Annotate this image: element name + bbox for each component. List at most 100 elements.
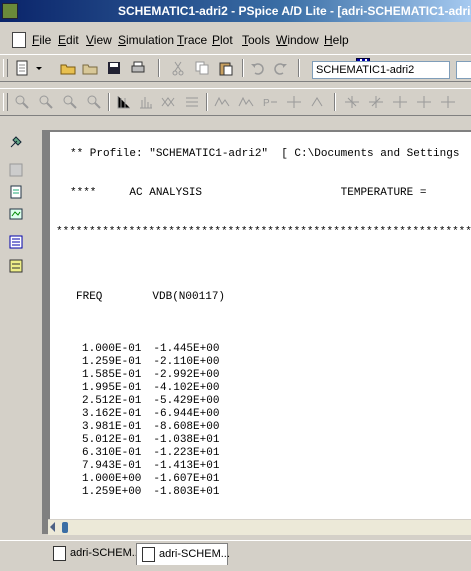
freq-value: 1.000E+00: [82, 473, 142, 485]
vdb-value: -1.223E+01: [153, 447, 220, 459]
freq-column-header: FREQ: [76, 291, 103, 303]
tab-label: adri-SCHEM...: [159, 548, 230, 560]
table-row: 1.259E-01 -2.110E+00: [70, 356, 471, 369]
cut-icon[interactable]: [170, 60, 186, 76]
add-plot-window-icon[interactable]: P: [262, 94, 278, 110]
svg-text:P: P: [263, 98, 270, 109]
freq-value: 3.162E-01: [82, 408, 142, 420]
vdb-value: -1.413E+01: [153, 460, 220, 472]
probe-toolbar: P: [0, 88, 471, 116]
add-trace-icon[interactable]: [214, 94, 230, 110]
freq-value: 1.585E-01: [82, 369, 142, 381]
secondary-combo-box[interactable]: [456, 61, 471, 79]
menu-help[interactable]: Help: [324, 33, 349, 47]
toggle-cursor-icon[interactable]: [286, 94, 302, 110]
menu-view[interactable]: View: [86, 33, 112, 47]
table-row: 1.995E-01 -4.102E+00: [70, 382, 471, 395]
menu-simulation[interactable]: Simulation: [118, 33, 174, 47]
vdb-value: -1.038E+01: [153, 434, 220, 446]
menu-file[interactable]: File: [32, 33, 51, 47]
simulation-message-icon[interactable]: [8, 234, 24, 250]
simulation-settings-icon[interactable]: [8, 162, 24, 178]
table-row: 6.310E-01 -1.223E+01: [70, 447, 471, 460]
menu-tools[interactable]: Tools: [242, 33, 270, 47]
vdb-value: -1.803E+01: [153, 486, 220, 498]
performance-analysis-icon[interactable]: [160, 94, 176, 110]
horizontal-scrollbar[interactable]: [48, 519, 471, 535]
window-title: SCHEMATIC1-adri2 - PSpice A/D Lite - [ad…: [118, 4, 471, 18]
cursor-slope-icon[interactable]: [392, 94, 408, 110]
table-row: 1.000E+00 -1.607E+01: [70, 473, 471, 486]
pspice-app-icon[interactable]: [2, 3, 18, 19]
tab-output-1[interactable]: adri-SCHEM...: [48, 543, 141, 565]
output-text: ** Profile: "SCHEMATIC1-adri2" [ C:\Docu…: [56, 148, 471, 499]
print-icon[interactable]: [130, 60, 146, 76]
menu-plot[interactable]: Plot: [212, 33, 233, 47]
freq-value: 1.995E-01: [82, 382, 142, 394]
run-simulation-icon[interactable]: [8, 134, 24, 150]
analysis-line: **** AC ANALYSIS TEMPERATURE =: [70, 187, 427, 199]
menu-bar: File Edit View Simulation Trace Plot Tools Wind…: [0, 26, 471, 72]
menu-trace[interactable]: Trace: [177, 33, 207, 47]
table-row: 2.512E-01 -5.429E+00: [70, 395, 471, 408]
paste-icon[interactable]: [218, 60, 234, 76]
vdb-value: -1.607E+01: [153, 473, 220, 485]
simulation-side-toolbar: [0, 120, 36, 540]
mark-label-icon[interactable]: [310, 94, 326, 110]
menu-edit[interactable]: Edit: [58, 33, 79, 47]
stars-line: ****************************************…: [56, 226, 471, 238]
undo-icon[interactable]: [250, 60, 266, 76]
table-row: 7.943E-01 -1.413E+01: [70, 460, 471, 473]
open-folder-icon[interactable]: [60, 60, 76, 76]
scroll-thumb[interactable]: [62, 522, 68, 533]
tab-output-2[interactable]: adri-SCHEM...: [136, 543, 230, 565]
new-file-icon[interactable]: [14, 60, 30, 76]
simulation-profile-select[interactable]: SCHEMATIC1-adri2: [312, 61, 450, 79]
view-simulation-results-icon[interactable]: [8, 206, 24, 222]
table-row: 1.000E-01 -1.445E+00: [70, 343, 471, 356]
output-document-icon: [53, 546, 66, 561]
vdb-column-header: VDB(N00117): [152, 291, 226, 303]
freq-value: 1.259E-01: [82, 356, 142, 368]
fourier-icon[interactable]: [138, 94, 154, 110]
copy-icon[interactable]: [194, 60, 210, 76]
zoom-fit-icon[interactable]: [86, 94, 102, 110]
table-row: 1.585E-01 -2.992E+00: [70, 369, 471, 382]
vdb-value: -8.608E+00: [153, 421, 220, 433]
cursor-peak-icon[interactable]: [344, 94, 360, 110]
vdb-value: -2.110E+00: [153, 356, 220, 368]
save-icon[interactable]: [106, 60, 122, 76]
cursor-max-icon[interactable]: [440, 94, 456, 110]
window-tab-bar: adri-SCHEM... adri-SCHEM...: [0, 540, 471, 571]
table-row: 3.981E-01 -8.608E+00: [70, 421, 471, 434]
table-row: 3.162E-01 -6.944E+00: [70, 408, 471, 421]
freq-value: 1.259E+00: [82, 486, 142, 498]
tab-label: adri-SCHEM...: [70, 547, 141, 559]
scroll-left-arrow-icon[interactable]: [50, 522, 55, 532]
log-x-axis-icon[interactable]: [116, 94, 132, 110]
zoom-area-icon[interactable]: [62, 94, 78, 110]
open-folder-alt-icon[interactable]: [82, 60, 98, 76]
eval-goal-function-icon[interactable]: [238, 94, 254, 110]
cursor-min-icon[interactable]: [416, 94, 432, 110]
simulation-queue-icon[interactable]: [8, 258, 24, 274]
freq-value: 6.310E-01: [82, 447, 142, 459]
document-icon[interactable]: [12, 32, 26, 48]
output-file-view[interactable]: ** Profile: "SCHEMATIC1-adri2" [ C:\Docu…: [48, 130, 471, 526]
vdb-value: -5.429E+00: [153, 395, 220, 407]
new-dropdown-chevron-down-icon[interactable]: [34, 60, 44, 76]
menu-window[interactable]: Window: [276, 33, 319, 47]
zoom-in-icon[interactable]: [14, 94, 30, 110]
log-y-axis-icon[interactable]: [184, 94, 200, 110]
view-output-icon[interactable]: [8, 184, 24, 200]
zoom-out-icon[interactable]: [38, 94, 54, 110]
freq-value: 7.943E-01: [82, 460, 142, 472]
vdb-value: -6.944E+00: [153, 408, 220, 420]
freq-value: 5.012E-01: [82, 434, 142, 446]
cursor-trough-icon[interactable]: [368, 94, 384, 110]
freq-value: 1.000E-01: [82, 343, 142, 355]
redo-icon[interactable]: [272, 60, 288, 76]
table-row: 1.259E+00 -1.803E+01: [70, 486, 471, 499]
title-bar: SCHEMATIC1-adri2 - PSpice A/D Lite - [ad…: [0, 0, 471, 22]
vdb-value: -2.992E+00: [153, 369, 220, 381]
